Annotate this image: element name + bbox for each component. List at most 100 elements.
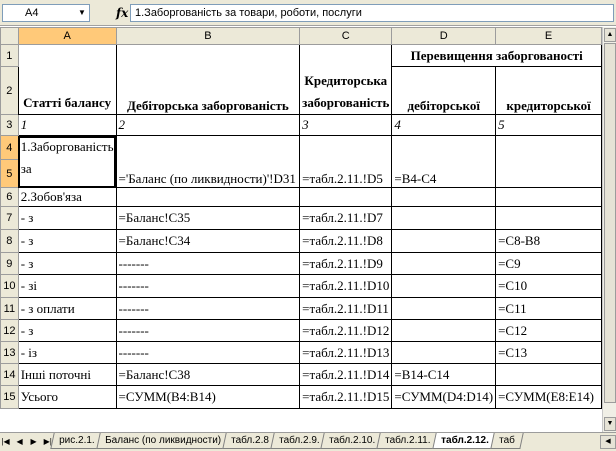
cell-d6[interactable]	[391, 187, 497, 207]
cell-b9[interactable]: -------	[115, 252, 301, 275]
cell-e8[interactable]: =C8-B8	[495, 229, 602, 253]
cell-d10[interactable]	[391, 274, 497, 298]
cell-a3[interactable]: 1	[17, 114, 117, 136]
cell-e10[interactable]: =C10	[495, 274, 602, 298]
scroll-down-arrow-icon[interactable]: ▼	[604, 417, 616, 431]
cell-d14[interactable]: =B14-C14	[391, 363, 497, 386]
column-header-d[interactable]: D	[391, 27, 497, 45]
function-icon[interactable]: fx	[116, 6, 128, 20]
row-header[interactable]: 9	[0, 252, 19, 275]
row-header[interactable]: 14	[0, 363, 19, 386]
cell-c6[interactable]	[299, 187, 393, 207]
sheet-tab[interactable]: табл.2.10.	[320, 433, 385, 449]
row-header[interactable]: 1	[0, 44, 19, 67]
cell-c12[interactable]: =табл.2.11.!D12	[299, 319, 393, 342]
cell-d15[interactable]: =СУММ(D4:D14)	[391, 385, 497, 409]
cell-b8[interactable]: =Баланс!C34	[115, 229, 301, 253]
cell-e12[interactable]: =C12	[495, 319, 602, 342]
row-header[interactable]: 4	[0, 135, 19, 160]
sheet-tab[interactable]: рис.2.1.	[50, 433, 104, 449]
cell-b2[interactable]: Дебіторська заборгованість	[115, 44, 301, 115]
cell-c10[interactable]: =табл.2.11.!D10	[299, 274, 393, 298]
cell-d11[interactable]	[391, 297, 497, 320]
cell-a14[interactable]: Інші поточні	[17, 363, 117, 386]
row-header[interactable]: 15	[0, 385, 19, 409]
sheet-tab[interactable]: табл.2.12.	[432, 433, 498, 449]
cell-b14[interactable]: =Баланс!C38	[115, 363, 301, 386]
cell-b10[interactable]: -------	[115, 274, 301, 298]
row-header[interactable]: 8	[0, 229, 19, 253]
cell-d1-merged[interactable]: Перевищення заборгованості	[391, 44, 602, 67]
cell-c9[interactable]: =табл.2.11.!D9	[299, 252, 393, 275]
column-header-e[interactable]: E	[495, 27, 602, 45]
prev-sheet-icon[interactable]: ◀	[14, 434, 25, 449]
cell-b13[interactable]: -------	[115, 341, 301, 364]
cell-e2[interactable]: кредиторської	[495, 66, 602, 115]
sheet-tab[interactable]: Баланс (по ликвидности)	[96, 433, 230, 449]
column-header-c[interactable]: C	[299, 27, 393, 45]
vertical-scrollbar[interactable]: ▲ ▼	[602, 27, 616, 432]
cell-b6[interactable]	[115, 187, 301, 207]
cell-d5[interactable]: =B4-C4	[391, 135, 497, 188]
cell-e7[interactable]	[495, 206, 602, 230]
cell-e15[interactable]: =СУММ(E8:E14)	[495, 385, 602, 409]
cell-e3[interactable]: 5	[495, 114, 602, 136]
cell-b3[interactable]: 2	[115, 114, 301, 136]
cell-a9[interactable]: - з	[17, 252, 117, 275]
scroll-up-arrow-icon[interactable]: ▲	[604, 28, 616, 42]
cell-a10[interactable]: - зі	[17, 274, 117, 298]
cell-a15[interactable]: Усього	[17, 385, 117, 409]
cell-d13[interactable]	[391, 341, 497, 364]
cell-c5[interactable]: =табл.2.11.!D5	[299, 135, 393, 188]
sheet-tab[interactable]: табл.2.9.	[270, 433, 329, 449]
row-header[interactable]: 12	[0, 319, 19, 342]
chevron-down-icon[interactable]: ▼	[76, 5, 88, 21]
formula-input[interactable]: 1.Заборгованість за товари, роботи, посл…	[130, 4, 614, 22]
row-header[interactable]: 11	[0, 297, 19, 320]
cell-d12[interactable]	[391, 319, 497, 342]
cell-b12[interactable]: -------	[115, 319, 301, 342]
cell-d8[interactable]	[391, 229, 497, 253]
cell-c14[interactable]: =табл.2.11.!D14	[299, 363, 393, 386]
cell-b15[interactable]: =СУММ(B4:B14)	[115, 385, 301, 409]
row-header[interactable]: 7	[0, 206, 19, 230]
first-sheet-icon[interactable]: |◀	[0, 434, 11, 449]
cell-a11[interactable]: - з оплати	[17, 297, 117, 320]
cell-b5[interactable]: ='Баланс (по ликвидности)'!D31	[115, 135, 301, 188]
cell-d2[interactable]: дебіторської	[391, 66, 497, 115]
select-all-corner[interactable]	[0, 27, 19, 45]
cell-d7[interactable]	[391, 206, 497, 230]
cell-d9[interactable]	[391, 252, 497, 275]
cell-a6[interactable]: 2.Зобов'яза	[17, 187, 117, 207]
cell-e6[interactable]	[495, 187, 602, 207]
cell-b11[interactable]: -------	[115, 297, 301, 320]
row-header[interactable]: 5	[0, 159, 19, 188]
cell-d3[interactable]: 4	[391, 114, 497, 136]
cell-c11[interactable]: =табл.2.11.!D11	[299, 297, 393, 320]
cell-a4-active[interactable]: 1.Заборгованість за	[17, 135, 117, 188]
cell-e5[interactable]	[495, 135, 602, 188]
cell-e14[interactable]	[495, 363, 602, 386]
sheet-tab[interactable]: табл.2.8	[222, 433, 278, 449]
row-header[interactable]: 6	[0, 187, 19, 207]
cell-a12[interactable]: - з	[17, 319, 117, 342]
cell-c15[interactable]: =табл.2.11.!D15	[299, 385, 393, 409]
row-header[interactable]: 2	[0, 66, 19, 115]
row-header[interactable]: 3	[0, 114, 19, 136]
cell-c13[interactable]: =табл.2.11.!D13	[299, 341, 393, 364]
next-sheet-icon[interactable]: ▶	[28, 434, 39, 449]
sheet-tab[interactable]: таб	[489, 433, 524, 449]
row-header[interactable]: 10	[0, 274, 19, 298]
cell-c2[interactable]: Кредиторська заборгованість	[299, 44, 393, 115]
cell-c7[interactable]: =табл.2.11.!D7	[299, 206, 393, 230]
cell-b7[interactable]: =Баланс!C35	[115, 206, 301, 230]
row-header[interactable]: 13	[0, 341, 19, 364]
cell-e11[interactable]: =C11	[495, 297, 602, 320]
scroll-thumb[interactable]	[604, 43, 616, 403]
cell-c8[interactable]: =табл.2.11.!D8	[299, 229, 393, 253]
cell-a8[interactable]: - з	[17, 229, 117, 253]
column-header-a[interactable]: A	[17, 27, 117, 45]
cell-e13[interactable]: =C13	[495, 341, 602, 364]
scroll-split-icon[interactable]: ◀	[600, 435, 616, 449]
cell-e9[interactable]: =C9	[495, 252, 602, 275]
